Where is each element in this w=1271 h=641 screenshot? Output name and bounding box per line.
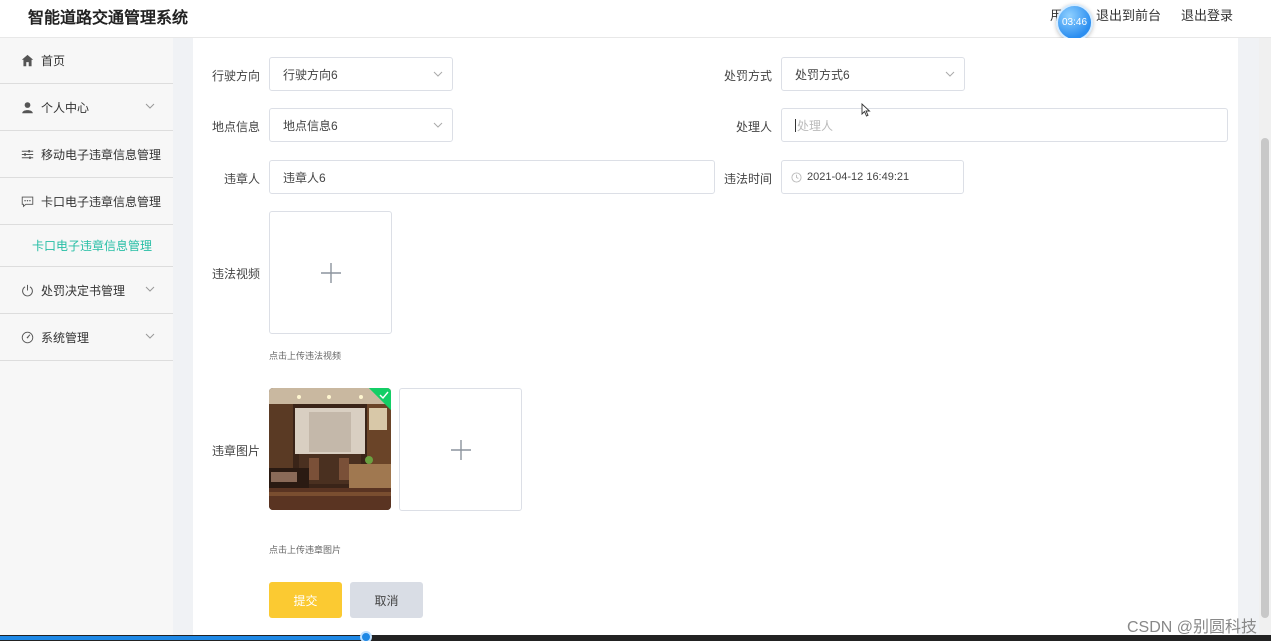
recording-timer-badge[interactable]: 03:46 <box>1056 4 1093 41</box>
time-label: 违法时间 <box>723 172 772 186</box>
handler-label: 处理人 <box>735 120 772 134</box>
video-progress-fill <box>0 636 367 640</box>
chevron-down-icon <box>145 333 155 339</box>
video-label: 违法视频 <box>211 267 260 281</box>
penalty-select[interactable]: 处罚方式6 <box>781 57 965 91</box>
chat-icon <box>20 194 34 208</box>
power-icon <box>20 283 34 297</box>
sidebar-item-checkpoint-violation[interactable]: 卡口电子违章信息管理 <box>0 178 173 225</box>
handler-input[interactable]: 处理人 <box>781 108 1228 142</box>
gauge-icon <box>20 330 34 344</box>
time-value: 2021-04-12 16:49:21 <box>807 171 910 183</box>
sidebar-subitem-checkpoint-violation[interactable]: 卡口电子违章信息管理 <box>0 225 173 267</box>
logout-link[interactable]: 退出登录 <box>1181 5 1233 24</box>
sidebar-item-label: 处罚决定书管理 <box>41 283 126 298</box>
direction-label: 行驶方向 <box>211 69 260 83</box>
direction-select[interactable]: 行驶方向6 <box>269 57 453 91</box>
time-picker[interactable]: 2021-04-12 16:49:21 <box>781 160 964 194</box>
mouse-cursor-icon <box>861 103 871 117</box>
submit-button[interactable]: 提交 <box>269 582 342 618</box>
sidebar-item-system[interactable]: 系统管理 <box>0 314 173 361</box>
violator-value: 违章人6 <box>283 170 326 185</box>
uploaded-image-thumbnail[interactable] <box>269 388 391 510</box>
sliders-icon <box>20 147 34 161</box>
text-caret <box>795 118 796 132</box>
app-title: 智能道路交通管理系统 <box>28 10 189 27</box>
chevron-down-icon <box>433 71 443 77</box>
penalty-value: 处罚方式6 <box>795 67 850 82</box>
check-icon <box>379 391 389 399</box>
sidebar-item-label: 首页 <box>41 54 66 68</box>
location-label: 地点信息 <box>211 120 260 134</box>
chevron-down-icon <box>145 286 155 292</box>
violator-input[interactable]: 违章人6 <box>269 160 715 194</box>
page-scrollbar[interactable] <box>1259 38 1271 638</box>
user-icon <box>20 100 34 114</box>
location-select[interactable]: 地点信息6 <box>269 108 453 142</box>
watermark: CSDN @别圆科技 <box>1126 619 1257 636</box>
room-photo <box>269 388 391 510</box>
violator-label: 违章人 <box>223 172 260 186</box>
image-upload-box[interactable] <box>399 388 522 511</box>
sidebar-item-mobile-violation[interactable]: 移动电子违章信息管理 <box>0 131 173 178</box>
direction-value: 行驶方向6 <box>283 67 338 82</box>
plus-icon <box>320 262 341 283</box>
sidebar-item-label: 移动电子违章信息管理 <box>41 147 162 162</box>
top-header: 智能道路交通管理系统 用户 退出到前台 退出登录 03:46 <box>0 0 1271 41</box>
back-to-front-link[interactable]: 退出到前台 <box>1096 5 1161 24</box>
sidebar-item-profile[interactable]: 个人中心 <box>0 84 173 131</box>
sidebar-item-label: 个人中心 <box>41 100 90 115</box>
sidebar-item-penalty-decision[interactable]: 处罚决定书管理 <box>0 267 173 314</box>
sidebar-item-label: 系统管理 <box>41 330 90 345</box>
sidebar-item-home[interactable]: 首页 <box>0 38 173 84</box>
sidebar-item-label: 卡口电子违章信息管理 <box>41 194 162 209</box>
clock-icon <box>791 171 802 183</box>
video-progress-bar[interactable] <box>0 631 1271 641</box>
penalty-label: 处罚方式 <box>723 69 772 83</box>
video-progress-knob[interactable] <box>360 631 373 641</box>
location-value: 地点信息6 <box>283 118 338 133</box>
handler-placeholder: 处理人 <box>797 118 834 133</box>
chevron-down-icon <box>145 103 155 109</box>
video-upload-box[interactable] <box>269 211 392 334</box>
plus-icon <box>450 439 471 460</box>
scrollbar-thumb[interactable] <box>1261 138 1269 618</box>
sidebar: 首页 个人中心 移动电子违章信息管理 卡口电子违章信息管理 卡口电子违章信息管理… <box>0 38 173 641</box>
cancel-button[interactable]: 取消 <box>350 582 423 618</box>
video-upload-tip: 点击上传违法视频 <box>269 351 342 361</box>
chevron-down-icon <box>433 122 443 128</box>
chevron-down-icon <box>945 71 955 77</box>
image-label: 违章图片 <box>211 444 260 458</box>
image-upload-tip: 点击上传违章图片 <box>269 545 342 555</box>
home-icon <box>20 54 34 68</box>
